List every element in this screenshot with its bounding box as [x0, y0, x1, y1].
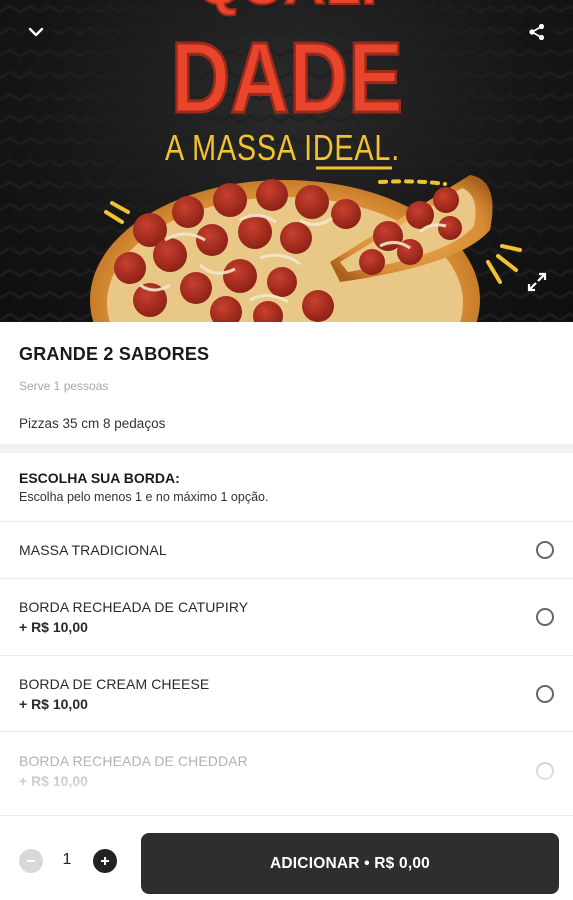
border-choice-header: ESCOLHA SUA BORDA: Escolha pelo menos 1 …	[0, 453, 573, 521]
radio-button[interactable]	[536, 608, 554, 626]
radio-button[interactable]	[536, 541, 554, 559]
add-to-cart-button[interactable]: ADICIONAR • R$ 0,00	[141, 833, 559, 894]
option-borda-catupiry[interactable]: BORDA RECHEADA DE CATUPIRY + R$ 10,00	[0, 578, 573, 655]
increase-quantity-button[interactable]	[93, 849, 117, 873]
share-icon	[529, 23, 545, 41]
option-price: + R$ 10,00	[19, 619, 88, 635]
hero-tagline: A MASSA IDEAL.	[165, 127, 400, 168]
section-title: ESCOLHA SUA BORDA:	[19, 470, 180, 486]
minus-icon	[27, 860, 35, 862]
option-borda-cheddar[interactable]: BORDA RECHEADA DE CHEDDAR + R$ 10,00	[0, 731, 573, 815]
add-to-cart-bar: 1 ADICIONAR • R$ 0,00	[0, 815, 573, 900]
hero-headline-partial: QUALI	[197, 0, 377, 17]
chevron-down-icon	[28, 27, 44, 37]
share-button[interactable]	[519, 14, 555, 50]
close-product-button[interactable]	[18, 14, 54, 50]
pizza-promo-illustration: QUALI DADE A MASSA IDEAL.	[0, 0, 573, 322]
hero-headline: DADE	[171, 22, 403, 134]
option-label: BORDA RECHEADA DE CHEDDAR	[19, 753, 248, 769]
radio-button[interactable]	[536, 762, 554, 780]
product-description: Pizzas 35 cm 8 pedaços	[19, 416, 166, 431]
plus-icon	[101, 857, 109, 865]
radio-button[interactable]	[536, 685, 554, 703]
option-borda-cream-cheese[interactable]: BORDA DE CREAM CHEESE + R$ 10,00	[0, 655, 573, 731]
expand-image-button[interactable]	[519, 264, 555, 300]
option-label: BORDA RECHEADA DE CATUPIRY	[19, 599, 249, 615]
product-hero-image: QUALI DADE A MASSA IDEAL.	[0, 0, 573, 322]
product-serves: Serve 1 pessoas	[19, 379, 109, 393]
section-subtitle: Escolha pelo menos 1 e no máximo 1 opção…	[19, 490, 269, 504]
product-title: GRANDE 2 SABORES	[19, 344, 210, 364]
decrease-quantity-button[interactable]	[19, 849, 43, 873]
option-label: MASSA TRADICIONAL	[19, 542, 167, 558]
option-massa-tradicional[interactable]: MASSA TRADICIONAL	[0, 521, 573, 578]
option-price: + R$ 10,00	[19, 773, 88, 789]
quantity-value: 1	[62, 851, 72, 868]
option-price: + R$ 10,00	[19, 696, 88, 712]
expand-icon	[527, 272, 547, 292]
product-info: GRANDE 2 SABORES Serve 1 pessoas Pizzas …	[0, 322, 573, 444]
section-divider	[0, 444, 573, 453]
option-label: BORDA DE CREAM CHEESE	[19, 676, 210, 692]
